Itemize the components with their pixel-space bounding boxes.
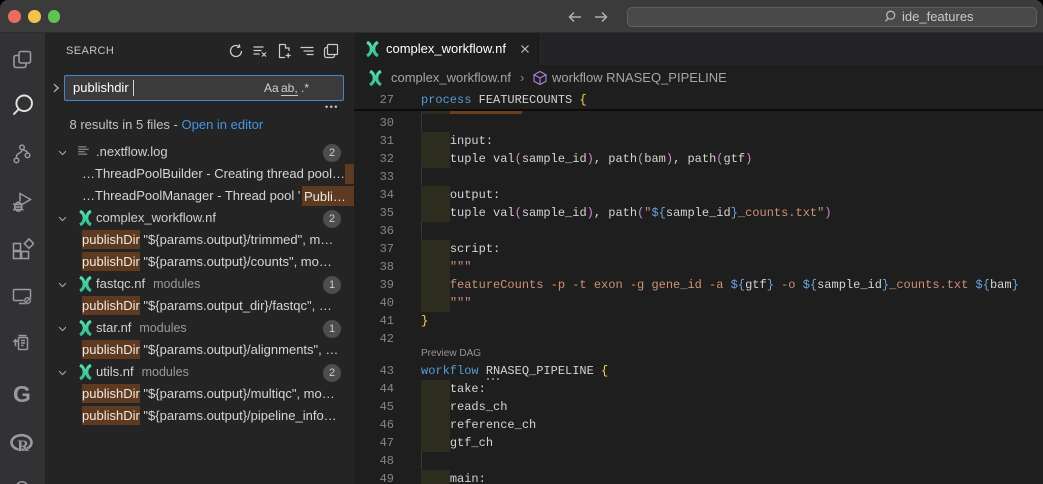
svg-text:R: R [17, 438, 29, 455]
svg-text:G: G [13, 382, 31, 406]
